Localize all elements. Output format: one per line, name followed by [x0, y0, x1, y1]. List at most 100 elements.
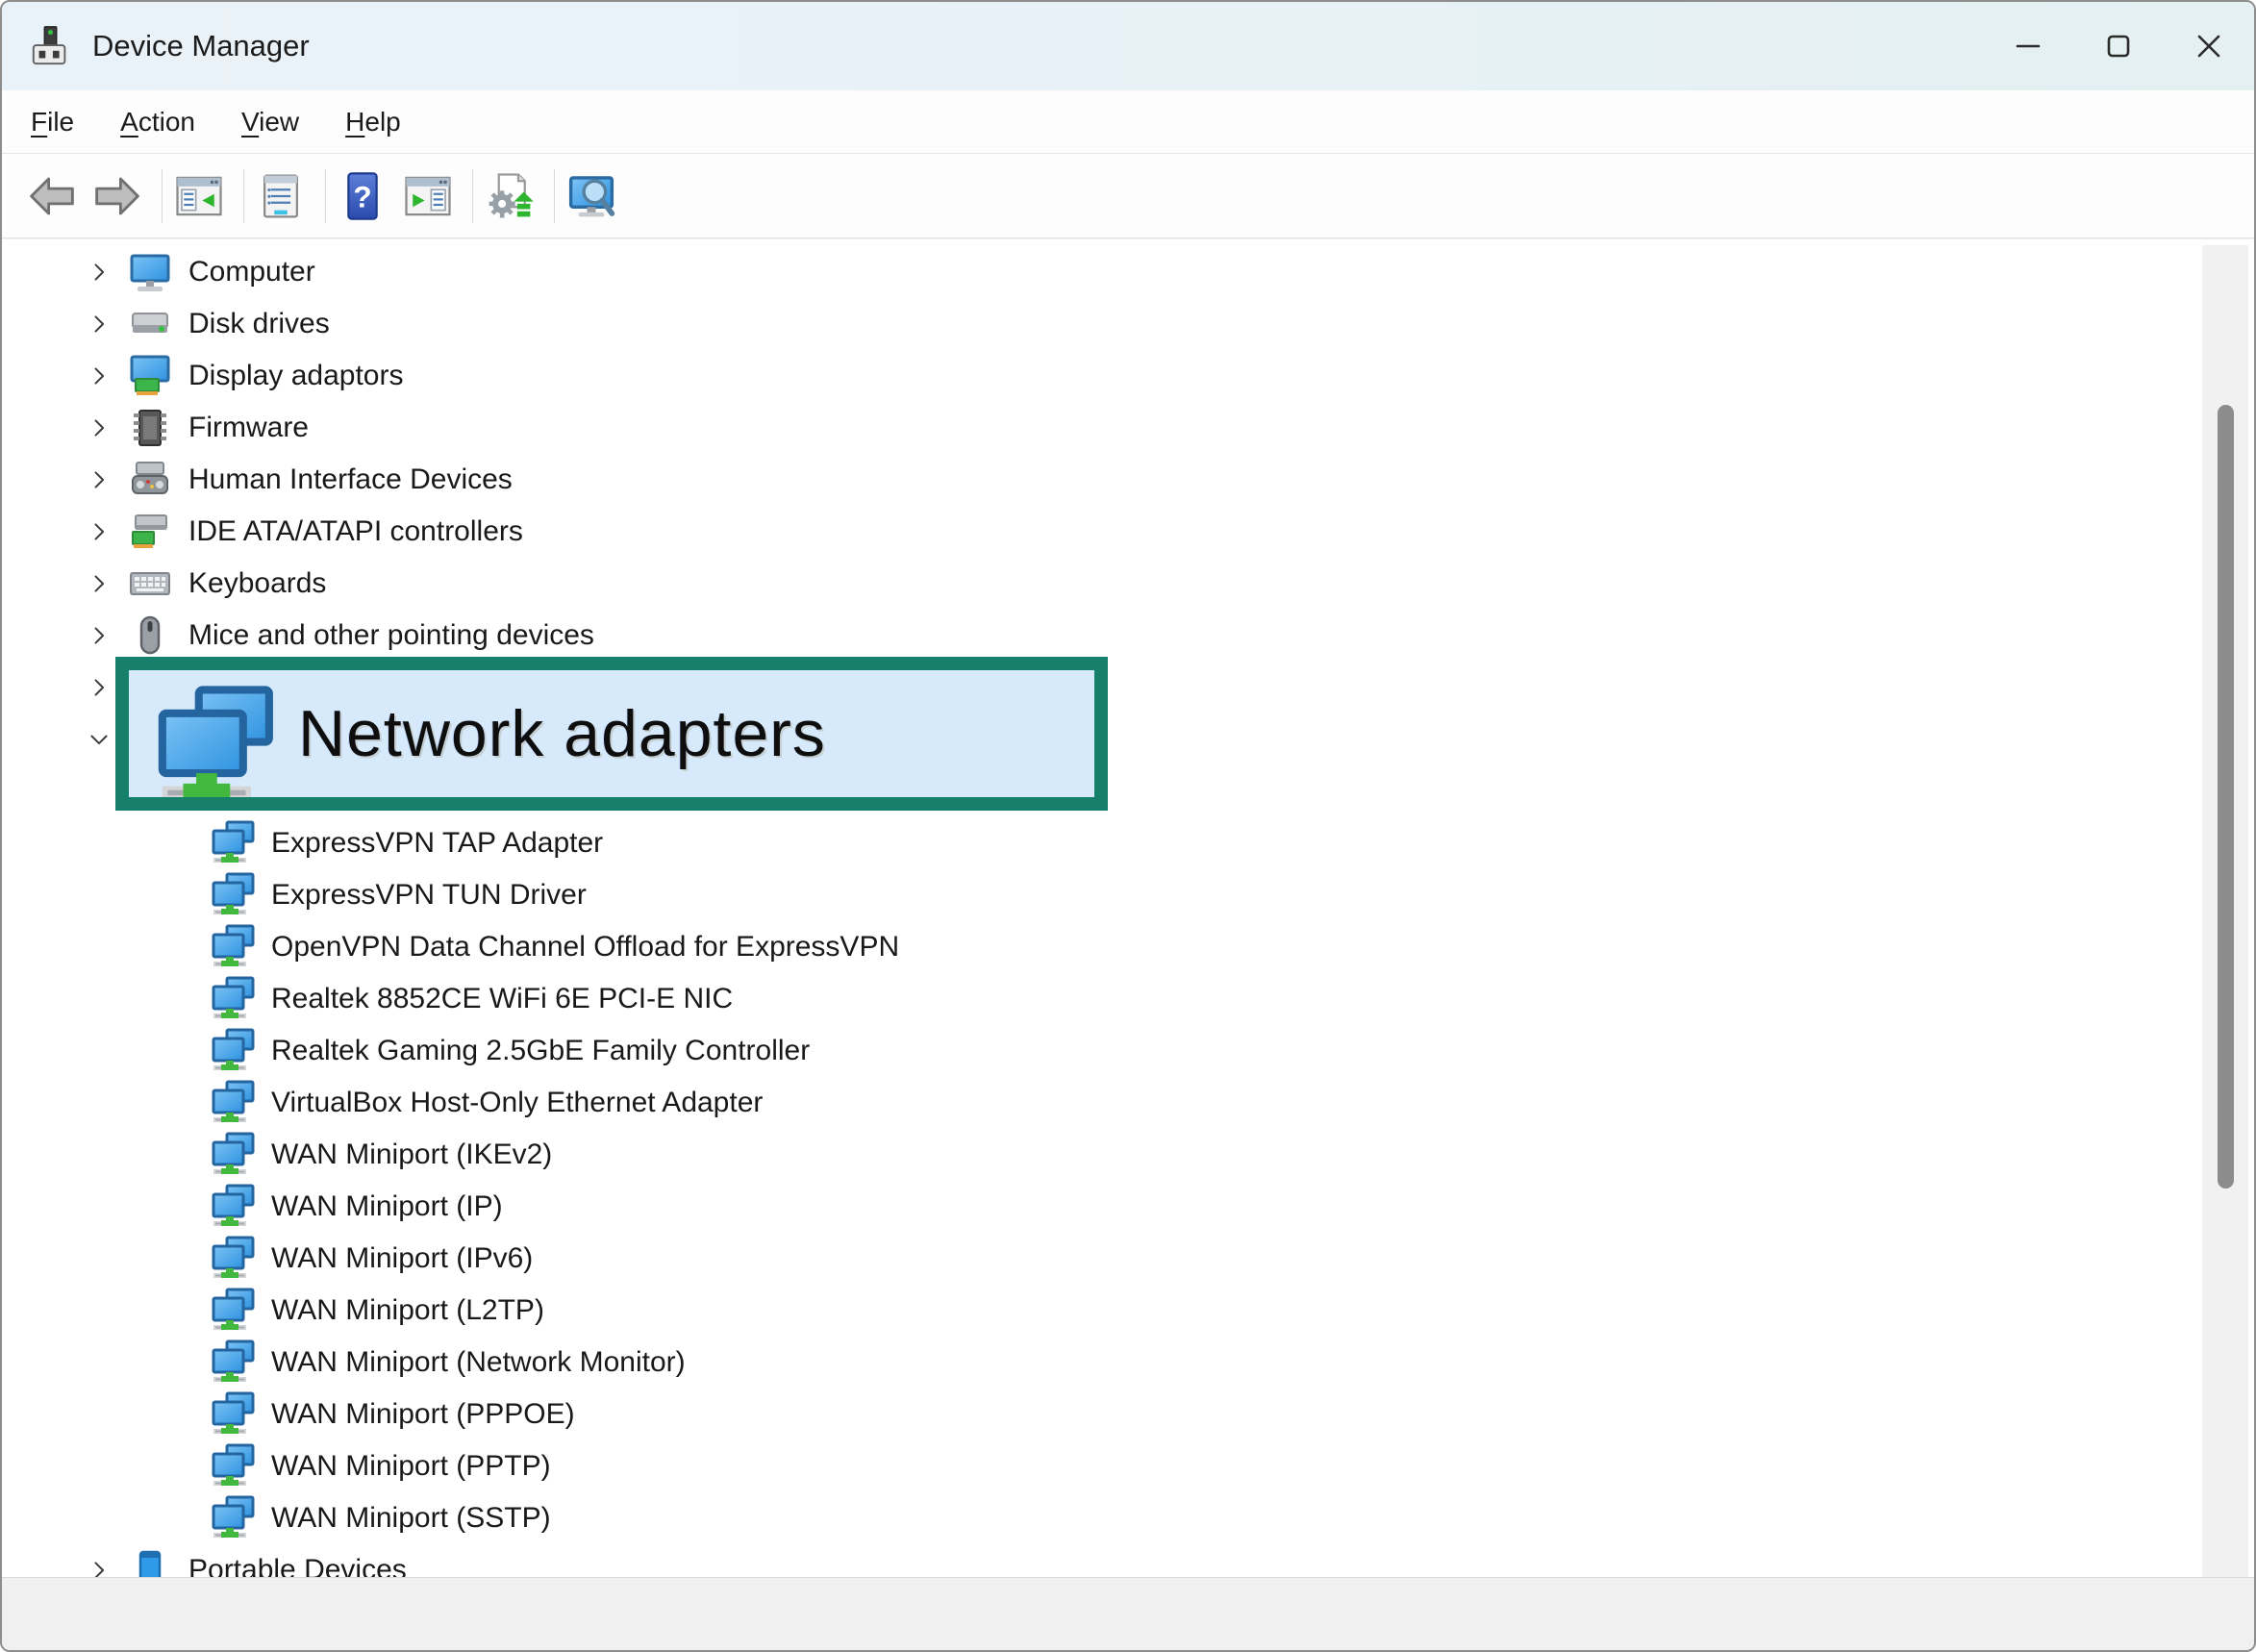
tree-item-label: WAN Miniport (L2TP) — [271, 1294, 544, 1327]
network-adapters-highlight-overlay[interactable]: Network adapters — [115, 657, 1108, 811]
expander-chevron-icon[interactable] — [85, 465, 113, 494]
tree-item-realtek-8852ce-wifi-6e-pci-e-nic[interactable]: Realtek 8852CE WiFi 6E PCI-E NIC — [2, 973, 2198, 1025]
tree-item-label: OpenVPN Data Channel Offload for Express… — [271, 931, 899, 964]
back-button[interactable] — [23, 163, 81, 229]
device-manager-window: Device Manager File Action View Help — [0, 0, 2256, 1652]
tree-item-label: Portable Devices — [188, 1554, 407, 1577]
tree-item-ide-ata-atapi-controllers[interactable]: IDE ATA/ATAPI controllers — [2, 506, 2198, 558]
tree-item-label: WAN Miniport (IP) — [271, 1190, 503, 1223]
tree-item-wan-miniport-ikev2[interactable]: WAN Miniport (IKEv2) — [2, 1129, 2198, 1181]
tree-item-label: WAN Miniport (Network Monitor) — [271, 1346, 686, 1379]
scan-hardware-changes-icon — [484, 170, 536, 222]
toolbar — [2, 154, 2254, 238]
tree-item-label: Realtek Gaming 2.5GbE Family Controller — [271, 1035, 810, 1067]
portable-device-icon — [127, 1547, 173, 1577]
tree-item-virtualbox-host-only-ethernet-adapter[interactable]: VirtualBox Host-Only Ethernet Adapter — [2, 1077, 2198, 1129]
network-device-icon — [210, 872, 256, 918]
forward-icon — [91, 170, 143, 222]
tree-item-label: WAN Miniport (PPTP) — [271, 1450, 551, 1483]
tree-item-label: Keyboards — [188, 567, 326, 600]
keyboard-device-icon — [127, 561, 173, 607]
device-tree: Computer Disk drives Display adaptors — [2, 239, 2198, 1577]
toolbar-separator — [243, 169, 244, 223]
tree-item-label: Firmware — [188, 412, 309, 444]
tree-item-realtek-gaming-2-5gbe-family-controller[interactable]: Realtek Gaming 2.5GbE Family Controller — [2, 1025, 2198, 1077]
device-manager-app-icon — [29, 24, 73, 68]
vertical-scrollbar-thumb[interactable] — [2218, 405, 2234, 1189]
tree-item-disk-drives[interactable]: Disk drives — [2, 298, 2198, 350]
scan-hardware-changes-button[interactable] — [481, 163, 539, 229]
tree-item-human-interface-devices[interactable]: Human Interface Devices — [2, 454, 2198, 506]
network-device-icon — [210, 1288, 256, 1334]
device-search-button[interactable] — [563, 163, 620, 229]
show-console-tree-icon — [173, 170, 225, 222]
device-search-icon — [565, 170, 617, 222]
toolbar-separator — [162, 169, 163, 223]
close-button[interactable] — [2164, 2, 2254, 90]
show-action-pane-button[interactable] — [399, 163, 457, 229]
help-button[interactable] — [334, 163, 391, 229]
title-bar: Device Manager — [2, 2, 2254, 90]
minimize-button[interactable] — [1983, 2, 2073, 90]
mouse-device-icon — [127, 613, 173, 659]
tree-item-portable-devices[interactable]: Portable Devices — [2, 1544, 2198, 1577]
network-device-icon — [210, 1028, 256, 1074]
expander-chevron-icon[interactable] — [85, 725, 113, 754]
menu-item-file[interactable]: File — [31, 107, 74, 138]
properties-button[interactable] — [252, 163, 310, 229]
menu-item-view[interactable]: View — [241, 107, 299, 138]
expander-chevron-icon[interactable] — [85, 310, 113, 338]
computer-device-icon — [127, 249, 173, 295]
tree-item-label: Realtek 8852CE WiFi 6E PCI-E NIC — [271, 983, 733, 1015]
network-device-icon — [210, 1184, 256, 1230]
screenshot-root: Device Manager File Action View Help — [0, 0, 2256, 1652]
expander-chevron-icon[interactable] — [85, 569, 113, 598]
toolbar-separator — [554, 169, 555, 223]
tree-item-openvpn-data-channel-offload-for-expressvpn[interactable]: OpenVPN Data Channel Offload for Express… — [2, 921, 2198, 973]
tree-item-computer[interactable]: Computer — [2, 246, 2198, 298]
tree-item-wan-miniport-sstp[interactable]: WAN Miniport (SSTP) — [2, 1492, 2198, 1544]
tree-item-label: ExpressVPN TAP Adapter — [271, 827, 603, 860]
tree-item-expressvpn-tun-driver[interactable]: ExpressVPN TUN Driver — [2, 869, 2198, 921]
tree-item-firmware[interactable]: Firmware — [2, 402, 2198, 454]
tree-item-wan-miniport-pppoe[interactable]: WAN Miniport (PPPOE) — [2, 1389, 2198, 1440]
tree-item-label: Display adaptors — [188, 360, 403, 392]
tree-item-keyboards[interactable]: Keyboards — [2, 558, 2198, 610]
tree-item-mice-and-other-pointing-devices[interactable]: Mice and other pointing devices — [2, 610, 2198, 662]
menu-item-action[interactable]: Action — [120, 107, 195, 138]
tree-item-display-adaptors[interactable]: Display adaptors — [2, 350, 2198, 402]
network-device-icon — [210, 1495, 256, 1541]
expander-chevron-icon[interactable] — [85, 673, 113, 702]
tree-item-label: WAN Miniport (PPPOE) — [271, 1398, 575, 1431]
expander-chevron-icon[interactable] — [85, 1556, 113, 1577]
tree-item-label: VirtualBox Host-Only Ethernet Adapter — [271, 1087, 763, 1119]
tree-item-expressvpn-tap-adapter[interactable]: ExpressVPN TAP Adapter — [2, 817, 2198, 869]
network-device-icon — [210, 924, 256, 970]
maximize-icon — [2096, 24, 2141, 68]
help-icon — [337, 170, 389, 222]
status-bar — [2, 1577, 2254, 1650]
vertical-scrollbar-track[interactable] — [2202, 245, 2248, 1577]
tree-item-wan-miniport-ip[interactable]: WAN Miniport (IP) — [2, 1181, 2198, 1233]
expander-chevron-icon[interactable] — [85, 362, 113, 390]
network-adapter-icon — [152, 685, 277, 808]
tree-item-wan-miniport-ipv6[interactable]: WAN Miniport (IPv6) — [2, 1233, 2198, 1285]
menu-item-help[interactable]: Help — [345, 107, 401, 138]
expander-chevron-icon[interactable] — [85, 621, 113, 650]
tree-item-label: IDE ATA/ATAPI controllers — [188, 515, 523, 548]
expander-chevron-icon[interactable] — [85, 413, 113, 442]
forward-button[interactable] — [88, 163, 146, 229]
tree-item-wan-miniport-l2tp[interactable]: WAN Miniport (L2TP) — [2, 1285, 2198, 1337]
tree-item-wan-miniport-network-monitor[interactable]: WAN Miniport (Network Monitor) — [2, 1337, 2198, 1389]
disk-device-icon — [127, 301, 173, 347]
network-device-icon — [210, 1236, 256, 1282]
network-device-icon — [210, 1391, 256, 1438]
expander-chevron-icon[interactable] — [85, 517, 113, 546]
tree-item-wan-miniport-pptp[interactable]: WAN Miniport (PPTP) — [2, 1440, 2198, 1492]
show-console-tree-button[interactable] — [170, 163, 228, 229]
expander-chevron-icon[interactable] — [85, 258, 113, 287]
network-device-icon — [210, 1080, 256, 1126]
close-icon — [2187, 24, 2231, 68]
network-device-icon — [210, 820, 256, 866]
maximize-button[interactable] — [2073, 2, 2164, 90]
